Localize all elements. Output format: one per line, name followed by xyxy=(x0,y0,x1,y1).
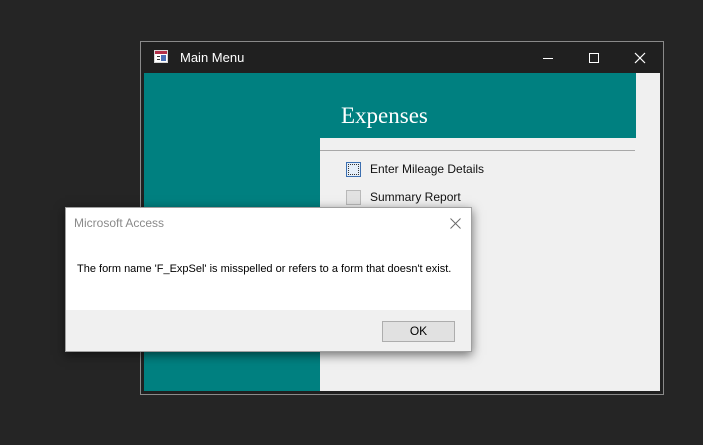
error-dialog: Microsoft Access The form name 'F_ExpSel… xyxy=(65,207,472,352)
header-divider xyxy=(320,150,635,151)
ok-button[interactable]: OK xyxy=(382,321,455,342)
window-title: Main Menu xyxy=(180,50,245,65)
dialog-title: Microsoft Access xyxy=(74,216,165,230)
dialog-message: The form name 'F_ExpSel' is misspelled o… xyxy=(77,263,452,275)
enter-mileage-details-button[interactable] xyxy=(346,162,361,177)
menu-item-label: Enter Mileage Details xyxy=(370,162,485,176)
dialog-close-button[interactable] xyxy=(444,214,466,232)
close-icon xyxy=(450,218,461,229)
close-icon xyxy=(634,52,646,64)
form-title: Expenses xyxy=(341,103,428,128)
menu-item-label: Summary Report xyxy=(370,190,461,204)
summary-report-button[interactable] xyxy=(346,190,361,205)
access-form-icon xyxy=(154,50,168,63)
close-button[interactable] xyxy=(617,42,663,73)
window-titlebar[interactable]: Main Menu xyxy=(141,42,663,73)
maximize-icon xyxy=(589,53,599,63)
maximize-button[interactable] xyxy=(571,42,617,73)
minimize-button[interactable] xyxy=(525,42,571,73)
dialog-footer: OK xyxy=(66,310,471,351)
minimize-icon xyxy=(543,58,553,59)
